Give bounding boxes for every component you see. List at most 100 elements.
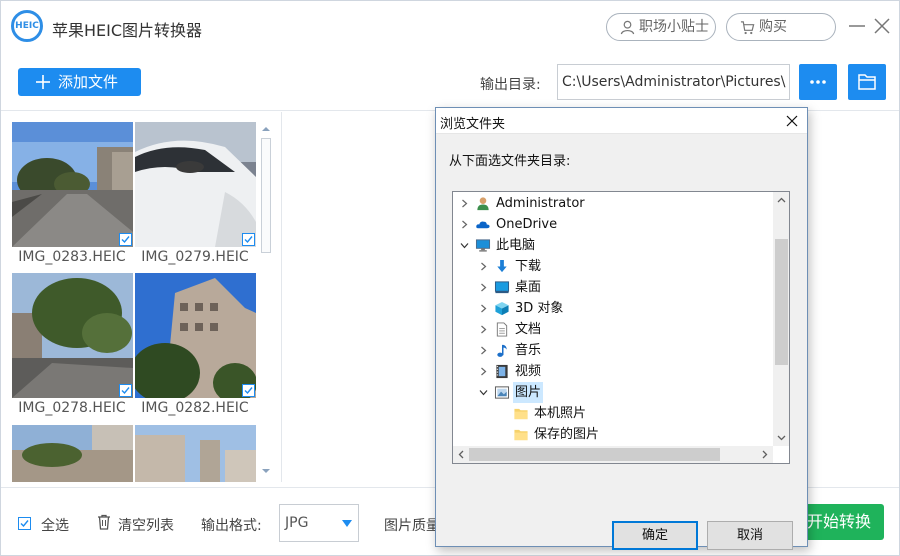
image-quality-label: 图片质量	[384, 518, 440, 534]
folder-icon	[514, 429, 528, 441]
tips-button[interactable]: 职场小贴士	[606, 13, 716, 41]
thumbnail-checkbox[interactable]	[242, 233, 255, 246]
picture-icon	[494, 386, 510, 399]
thumbnail-image	[135, 425, 256, 482]
tips-label: 职场小贴士	[639, 19, 709, 35]
tree-item-onedrive[interactable]: OneDrive	[453, 214, 773, 235]
chevron-right-icon[interactable]	[479, 304, 488, 313]
scroll-right-icon[interactable]	[756, 446, 773, 463]
thumbnail-scrollbar[interactable]	[259, 122, 273, 478]
chevron-right-icon[interactable]	[479, 367, 488, 376]
scroll-left-icon[interactable]	[453, 446, 470, 463]
folder-icon	[514, 408, 528, 420]
download-icon	[497, 259, 507, 273]
scroll-up-icon[interactable]	[259, 122, 273, 136]
buy-label: 购买	[759, 19, 787, 35]
thumbnail-filename: IMG_0283.HEIC	[18, 249, 126, 265]
output-dir-field[interactable]: C:\Users\Administrator\Pictures\	[557, 64, 790, 100]
folder-icon	[858, 74, 876, 90]
thumbnail-item[interactable]	[135, 273, 256, 398]
tree-item-label: 音乐	[515, 343, 542, 358]
tree-item-label: OneDrive	[496, 217, 558, 232]
tree-item-music[interactable]: 音乐	[453, 340, 773, 361]
thumbnail-checkbox[interactable]	[242, 384, 255, 397]
tree-item-administrator[interactable]: Administrator	[453, 193, 773, 214]
chevron-right-icon[interactable]	[460, 220, 469, 229]
output-format-label: 输出格式:	[201, 518, 262, 534]
user-icon	[620, 20, 635, 35]
document-icon	[496, 322, 508, 337]
tree-item-label: Administrator	[496, 196, 585, 211]
app-title: 苹果HEIC图片转换器	[52, 21, 203, 40]
dialog-prompt: 从下面选文件夹目录:	[449, 154, 571, 169]
cart-icon	[740, 21, 755, 35]
add-file-button[interactable]: 添加文件	[18, 68, 141, 96]
output-format-select[interactable]: JPG	[279, 504, 359, 542]
buy-button[interactable]: 购买	[726, 13, 836, 41]
tree-item-documents[interactable]: 文档	[453, 319, 773, 340]
scrollbar-thumb[interactable]	[469, 448, 720, 461]
thumbnail-image	[12, 122, 133, 247]
tree-item-3d-objects[interactable]: 3D 对象	[453, 298, 773, 319]
thumbnail-item[interactable]	[12, 273, 133, 398]
tree-item-camera-roll[interactable]: 本机照片	[453, 403, 773, 424]
cube-3d-icon	[495, 301, 509, 316]
close-icon[interactable]	[871, 15, 893, 37]
clear-list-button[interactable]: 清空列表	[118, 515, 174, 535]
tree-item-label: 此电脑	[496, 238, 536, 253]
thumbnail-item[interactable]	[135, 425, 256, 482]
tree-item-label: 图片	[513, 382, 544, 403]
dialog-close-icon[interactable]	[784, 113, 800, 129]
tree-item-label: 下载	[515, 259, 542, 274]
tree-item-saved-pictures[interactable]: 保存的图片	[453, 424, 773, 445]
app-logo: HEIC	[11, 10, 43, 42]
scrollbar-thumb[interactable]	[775, 239, 788, 365]
minimize-icon[interactable]	[846, 15, 868, 37]
tree-item-this-pc[interactable]: 此电脑	[453, 235, 773, 256]
tree-item-desktop[interactable]: 桌面	[453, 277, 773, 298]
trash-icon[interactable]	[96, 514, 112, 530]
dialog-title: 浏览文件夹	[440, 117, 506, 132]
tree-item-videos[interactable]: 视频	[453, 361, 773, 382]
select-all-checkbox[interactable]	[18, 517, 31, 530]
scroll-up-icon[interactable]	[773, 192, 790, 209]
thumbnail-filename: IMG_0282.HEIC	[141, 400, 249, 416]
tree-item-downloads[interactable]: 下载	[453, 256, 773, 277]
more-button[interactable]	[799, 64, 837, 100]
scroll-down-icon[interactable]	[259, 464, 273, 478]
tree-item-label: 3D 对象	[515, 301, 564, 316]
tree-vertical-scrollbar[interactable]	[773, 192, 790, 446]
output-format-value: JPG	[285, 515, 309, 531]
dropdown-arrow-icon	[342, 520, 352, 527]
chevron-right-icon[interactable]	[479, 262, 488, 271]
chevron-right-icon[interactable]	[479, 283, 488, 292]
chevron-down-icon[interactable]	[460, 241, 469, 250]
select-all-label[interactable]: 全选	[41, 515, 69, 535]
scroll-down-icon[interactable]	[773, 429, 790, 446]
chevron-right-icon[interactable]	[460, 199, 469, 208]
thumbnail-filename: IMG_0279.HEIC	[141, 249, 249, 265]
chevron-right-icon[interactable]	[479, 346, 488, 355]
tree-item-pictures[interactable]: 图片	[453, 382, 773, 403]
toolbar: 添加文件 输出目录: C:\Users\Administrator\Pictur…	[1, 53, 899, 111]
thumbnail-item[interactable]	[12, 425, 133, 482]
thumbnail-image	[12, 273, 133, 398]
dialog-ok-button[interactable]: 确定	[612, 521, 698, 550]
dialog-body: 从下面选文件夹目录: Administrator OneDrive 此电脑 下载…	[436, 133, 807, 550]
thumbnail-item[interactable]	[135, 122, 256, 247]
scrollbar-thumb[interactable]	[261, 138, 271, 253]
browse-folder-dialog: 浏览文件夹 从下面选文件夹目录: Administrator OneDrive …	[435, 107, 808, 550]
tree-item-label: 本机照片	[534, 406, 587, 421]
tree-item-label: 视频	[515, 364, 542, 379]
user-icon	[477, 197, 489, 211]
thumbnail-checkbox[interactable]	[119, 233, 132, 246]
thumbnail-checkbox[interactable]	[119, 384, 132, 397]
chevron-right-icon[interactable]	[479, 325, 488, 334]
desktop-icon	[494, 281, 510, 294]
open-folder-button[interactable]	[848, 64, 886, 100]
chevron-down-icon[interactable]	[479, 388, 488, 397]
tree-horizontal-scrollbar[interactable]	[453, 446, 773, 463]
thumbnail-image	[135, 273, 256, 398]
thumbnail-item[interactable]	[12, 122, 133, 247]
dialog-cancel-button[interactable]: 取消	[707, 521, 793, 550]
